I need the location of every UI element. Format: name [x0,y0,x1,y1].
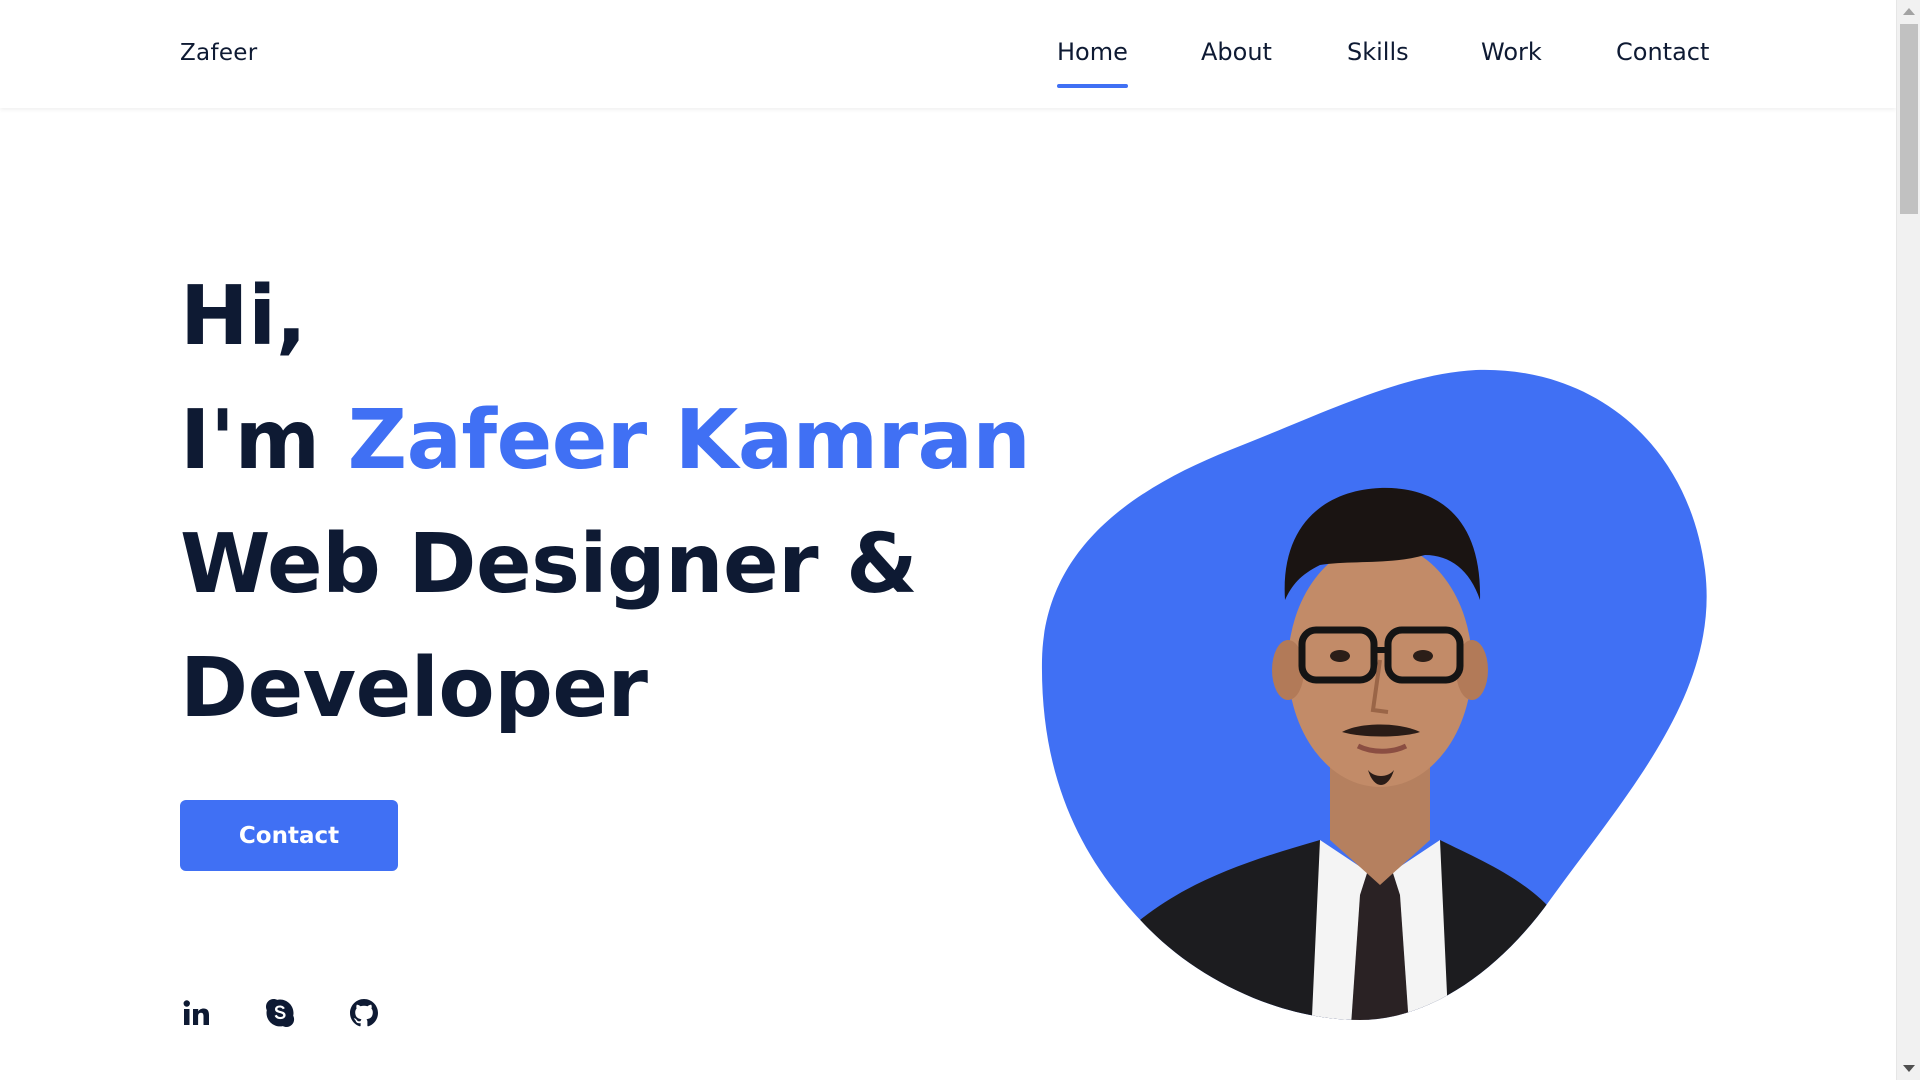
hero-greeting: Hi, [180,269,307,364]
page: Zafeer Home About Skills Work Contact Hi… [0,0,1896,1080]
hero-intro-prefix: I'm [180,393,348,488]
nav-contact[interactable]: Contact [1616,38,1709,66]
scroll-thumb[interactable] [1900,24,1918,214]
hero-role-line2: Developer [180,641,648,736]
skype-icon [266,999,295,1027]
scroll-down-arrow-icon[interactable] [1903,1065,1915,1072]
contact-button[interactable]: Contact [180,800,398,871]
nav-about[interactable]: About [1201,38,1272,66]
nav-work[interactable]: Work [1481,38,1542,66]
nav-skills[interactable]: Skills [1347,38,1409,66]
skype-link[interactable] [264,997,296,1029]
hero-title: Hi, I'm Zafeer Kamran Web Designer & Dev… [180,255,1031,751]
hero-name: Zafeer Kamran [347,393,1031,488]
portrait-image [1041,369,1707,1021]
linkedin-icon [183,1000,209,1025]
github-link[interactable] [348,997,380,1029]
site-header: Zafeer Home About Skills Work Contact [0,0,1896,108]
hero-intro: I'm Zafeer Kamran [180,379,1031,503]
vertical-scrollbar[interactable] [1896,0,1920,1080]
hero-role-line1: Web Designer & [180,517,918,612]
nav-home[interactable]: Home [1057,38,1128,88]
site-logo[interactable]: Zafeer [180,40,258,66]
social-links [180,997,380,1029]
linkedin-link[interactable] [180,997,212,1029]
github-icon [350,999,378,1027]
scroll-up-arrow-icon[interactable] [1903,8,1915,15]
